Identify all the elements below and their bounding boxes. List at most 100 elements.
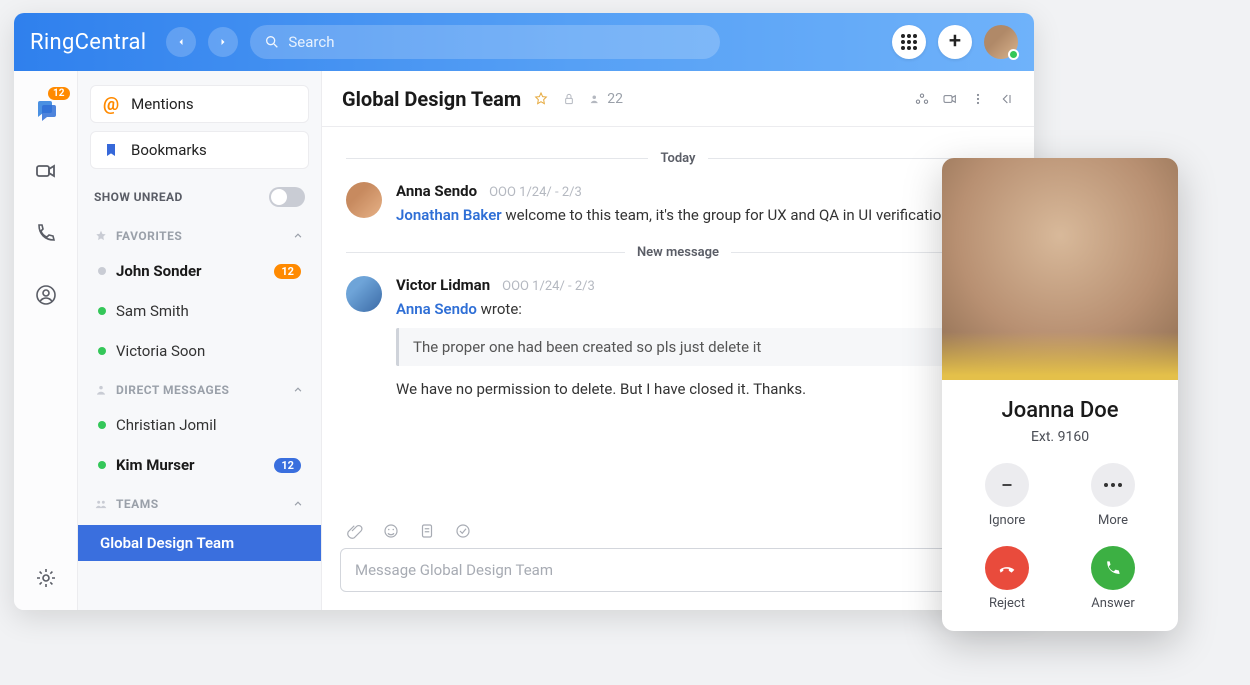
plus-icon: + (949, 31, 961, 53)
note-icon[interactable] (418, 522, 436, 540)
star-outline-icon (533, 91, 549, 107)
presence-indicator (1008, 49, 1019, 60)
chat-header: Global Design Team 22 (322, 71, 1034, 127)
huddle-icon (914, 91, 930, 107)
contact-row[interactable]: John Sonder 12 (90, 255, 309, 287)
teams-section-header[interactable]: TEAMS (90, 489, 309, 515)
message-list[interactable]: Today Anna Sendo OOO 1/24/ - 2/3 Jonatha… (322, 127, 1034, 510)
status-dot (98, 307, 106, 315)
contact-row[interactable]: Victoria Soon (90, 335, 309, 367)
chevron-up-icon (291, 497, 305, 511)
more-options-button[interactable] (970, 91, 986, 107)
status-dot (98, 267, 106, 275)
chat-icon (34, 97, 58, 121)
start-video-button[interactable] (942, 91, 958, 107)
rail-messages[interactable]: 12 (30, 93, 62, 125)
user-avatar[interactable] (984, 25, 1018, 59)
answer-button[interactable]: Answer (1091, 546, 1135, 611)
more-icon (1091, 463, 1135, 507)
dm-label: DIRECT MESSAGES (116, 383, 229, 397)
rail-settings[interactable] (30, 562, 62, 594)
star-icon (94, 229, 108, 243)
team-name: Global Design Team (100, 534, 234, 552)
message-meta: OOO 1/24/ - 2/3 (489, 185, 582, 200)
person-circle-icon (34, 283, 58, 307)
chevron-right-icon (217, 36, 229, 48)
favorite-star-button[interactable] (533, 91, 549, 107)
avatar[interactable] (346, 276, 382, 312)
lock-icon (561, 91, 577, 107)
hangup-icon (985, 546, 1029, 590)
mentions-button[interactable]: @ Mentions (90, 85, 309, 123)
contact-name: Christian Jomil (116, 416, 217, 434)
show-unread-row: SHOW UNREAD (90, 177, 309, 213)
bookmarks-button[interactable]: Bookmarks (90, 131, 309, 169)
person-icon (94, 383, 108, 397)
contact-name: Kim Murser (116, 456, 195, 474)
quoted-text: The proper one had been created so pls j… (396, 328, 1010, 366)
people-icon (589, 92, 603, 106)
task-icon[interactable] (454, 522, 472, 540)
date-divider: Today (346, 151, 1010, 166)
message-author: Victor Lidman (396, 276, 490, 294)
collapse-icon (998, 91, 1014, 107)
contact-name: Victoria Soon (116, 342, 205, 360)
nav-forward-button[interactable] (208, 27, 238, 57)
composer-tools (340, 518, 1016, 548)
contact-name: John Sonder (116, 262, 202, 280)
message-meta: OOO 1/24/ - 2/3 (502, 279, 595, 294)
team-row[interactable]: Global Design Team (78, 525, 321, 561)
attachment-icon[interactable] (346, 522, 364, 540)
main-area: 12 @ Mentions Bookmarks (14, 71, 1034, 610)
show-unread-label: SHOW UNREAD (94, 190, 183, 204)
dm-section-header[interactable]: DIRECT MESSAGES (90, 375, 309, 401)
huddle-button[interactable] (914, 91, 930, 107)
search-box[interactable] (250, 25, 720, 59)
search-input[interactable] (288, 33, 706, 51)
contact-name: Sam Smith (116, 302, 189, 320)
contact-row[interactable]: Christian Jomil (90, 409, 309, 441)
members-count[interactable]: 22 (589, 91, 623, 107)
kebab-icon (970, 91, 986, 107)
at-icon: @ (103, 94, 119, 115)
chevron-up-icon (291, 229, 305, 243)
caller-extension: Ext. 9160 (954, 429, 1166, 445)
status-dot (98, 347, 106, 355)
mention-link[interactable]: Jonathan Baker (396, 206, 502, 224)
status-dot (98, 421, 106, 429)
favorites-section-header[interactable]: FAVORITES (90, 221, 309, 247)
search-icon (264, 34, 280, 50)
answer-icon (1091, 546, 1135, 590)
collapse-panel-button[interactable] (998, 91, 1014, 107)
rail-video[interactable] (30, 155, 62, 187)
incoming-call-card: Joanna Doe Ext. 9160 Ignore More Reject … (942, 158, 1178, 631)
avatar[interactable] (346, 182, 382, 218)
mention-link[interactable]: Anna Sendo (396, 300, 477, 318)
team-icon (94, 497, 108, 511)
bookmarks-label: Bookmarks (131, 141, 207, 159)
dialpad-icon (901, 34, 917, 50)
add-button[interactable]: + (938, 25, 972, 59)
status-dot (98, 461, 106, 469)
gear-icon (34, 566, 58, 590)
rail-contacts[interactable] (30, 279, 62, 311)
teams-label: TEAMS (116, 497, 159, 511)
message-input[interactable] (340, 548, 1016, 592)
contact-row[interactable]: Sam Smith (90, 295, 309, 327)
contact-row[interactable]: Kim Murser 12 (90, 449, 309, 481)
dialpad-button[interactable] (892, 25, 926, 59)
rail-phone[interactable] (30, 217, 62, 249)
ignore-button[interactable]: Ignore (985, 463, 1029, 528)
new-message-divider: New message (346, 245, 1010, 260)
rail-nav: 12 (14, 71, 78, 610)
mentions-label: Mentions (131, 95, 193, 113)
caller-photo (942, 158, 1178, 380)
more-button[interactable]: More (1091, 463, 1135, 528)
video-icon (942, 91, 958, 107)
message-text: Jonathan Baker welcome to this team, it'… (396, 204, 1010, 227)
emoji-icon[interactable] (382, 522, 400, 540)
show-unread-toggle[interactable] (269, 187, 305, 207)
rail-badge: 12 (48, 87, 69, 100)
nav-back-button[interactable] (166, 27, 196, 57)
reject-button[interactable]: Reject (985, 546, 1029, 611)
